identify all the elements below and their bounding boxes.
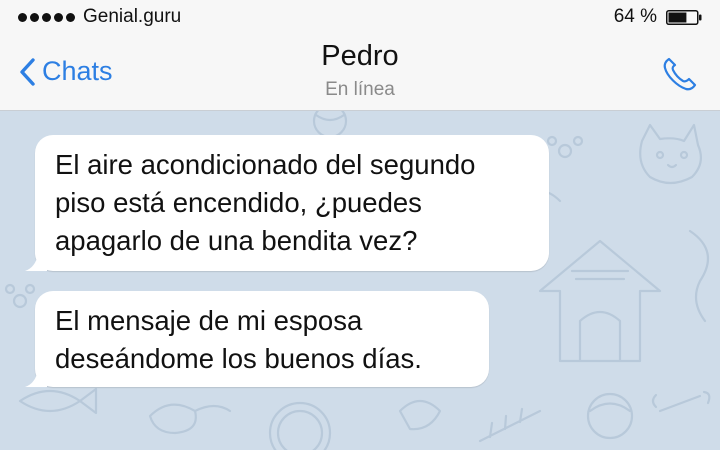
battery-percentage: 64 % [613,6,657,27]
message-text: El aire acondicionado del segundo piso e… [55,149,476,256]
carrier-name: Genial.guru [83,6,182,27]
bubble-tail [25,365,47,387]
signal-dots-icon [18,13,75,22]
battery-icon [666,10,702,25]
phone-icon[interactable] [660,54,700,94]
status-bar: Genial.guru 64 % [0,0,720,34]
chat-area[interactable]: El aire acondicionado del segundo piso e… [0,111,720,450]
contact-status: En línea [325,79,395,100]
nav-bar: Chats Pedro En línea [0,34,720,111]
contact-name[interactable]: Pedro [0,40,720,73]
message-bubble[interactable]: El aire acondicionado del segundo piso e… [25,135,549,271]
bubble-tail [25,249,47,271]
message-bubble[interactable]: El mensaje de mi esposa deseándome los b… [25,291,489,387]
message-text: El mensaje de mi esposa deseándome los b… [55,305,422,374]
